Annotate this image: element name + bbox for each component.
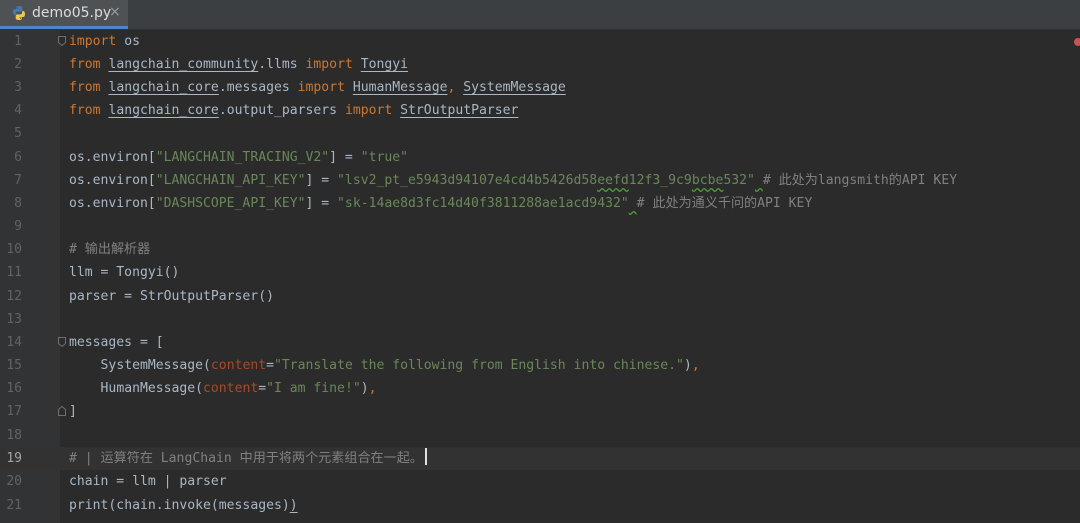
line-number: 19 bbox=[6, 451, 22, 466]
code-text: os.environ["DASHSCOPE_API_KEY"] = "sk-14… bbox=[69, 196, 813, 211]
code-line[interactable]: 1 import os bbox=[0, 30, 1080, 53]
code-line[interactable]: 18 bbox=[0, 424, 1080, 447]
line-number: 16 bbox=[6, 381, 22, 396]
line-number: 13 bbox=[6, 312, 22, 327]
code-line[interactable]: 17 ] bbox=[0, 400, 1080, 423]
editor-tab-bar: demo05.py × bbox=[0, 0, 1080, 30]
line-number: 21 bbox=[6, 498, 22, 513]
line-number: 3 bbox=[14, 80, 22, 95]
code-line[interactable]: 9 bbox=[0, 215, 1080, 238]
code-line[interactable]: 20 chain = llm | parser bbox=[0, 470, 1080, 493]
close-icon[interactable]: × bbox=[109, 4, 121, 20]
line-number: 17 bbox=[6, 404, 22, 419]
code-line[interactable]: 21 print(chain.invoke(messages)) bbox=[0, 494, 1080, 517]
code-line[interactable]: 2 from langchain_community.llms import T… bbox=[0, 53, 1080, 76]
code-text: from langchain_community.llms import Ton… bbox=[69, 57, 409, 72]
code-line[interactable]: 11 llm = Tongyi() bbox=[0, 261, 1080, 284]
code-text: chain = llm | parser bbox=[69, 474, 227, 489]
code-text: print(chain.invoke(messages)) bbox=[69, 498, 298, 513]
line-number: 6 bbox=[14, 150, 22, 165]
line-number: 2 bbox=[14, 57, 22, 72]
code-line[interactable]: 12 parser = StrOutputParser() bbox=[0, 285, 1080, 308]
code-text: ] bbox=[69, 404, 77, 419]
code-text: SystemMessage(content="Translate the fol… bbox=[100, 358, 700, 373]
code-text: from langchain_core.output_parsers impor… bbox=[69, 103, 519, 118]
code-line[interactable]: 15 SystemMessage(content="Translate the … bbox=[0, 354, 1080, 377]
line-number: 20 bbox=[6, 474, 22, 489]
line-number: 14 bbox=[6, 335, 22, 350]
code-text: parser = StrOutputParser() bbox=[69, 289, 274, 304]
python-file-icon bbox=[13, 6, 25, 20]
code-text: from langchain_core.messages import Huma… bbox=[69, 80, 566, 95]
code-text: import os bbox=[69, 34, 140, 49]
line-number: 9 bbox=[14, 219, 22, 234]
code-text: HumanMessage(content="I am fine!"), bbox=[100, 381, 377, 396]
line-number: 15 bbox=[6, 358, 22, 373]
code-line[interactable]: 3 from langchain_core.messages import Hu… bbox=[0, 76, 1080, 99]
code-text: os.environ["LANGCHAIN_API_KEY"] = "lsv2_… bbox=[69, 173, 958, 188]
code-line[interactable]: 8 os.environ["DASHSCOPE_API_KEY"] = "sk-… bbox=[0, 192, 1080, 215]
code-text: # | 运算符在 LangChain 中用于将两个元素组合在一起。 bbox=[69, 447, 427, 470]
line-number: 8 bbox=[14, 196, 22, 211]
code-line[interactable]: 10 # 输出解析器 bbox=[0, 238, 1080, 261]
code-line[interactable]: 16 HumanMessage(content="I am fine!"), bbox=[0, 377, 1080, 400]
line-number: 7 bbox=[14, 173, 22, 188]
code-line[interactable]: 4 from langchain_core.output_parsers imp… bbox=[0, 99, 1080, 122]
fold-marker-icon[interactable] bbox=[58, 337, 66, 347]
code-line[interactable]: 13 bbox=[0, 308, 1080, 331]
text-caret bbox=[424, 448, 427, 465]
code-text: os.environ["LANGCHAIN_TRACING_V2"] = "tr… bbox=[69, 150, 409, 165]
code-text: # 输出解析器 bbox=[69, 242, 151, 257]
line-number: 11 bbox=[6, 265, 22, 280]
code-line[interactable]: 6 os.environ["LANGCHAIN_TRACING_V2"] = "… bbox=[0, 146, 1080, 169]
current-code-line[interactable]: 19 # | 运算符在 LangChain 中用于将两个元素组合在一起。 bbox=[0, 447, 1080, 470]
line-number: 1 bbox=[14, 34, 22, 49]
tab-filename: demo05.py bbox=[32, 5, 112, 21]
code-text: messages = [ bbox=[69, 335, 164, 350]
line-number: 5 bbox=[14, 126, 22, 141]
line-number: 18 bbox=[6, 428, 22, 443]
line-number: 12 bbox=[6, 289, 22, 304]
line-number: 4 bbox=[14, 103, 22, 118]
code-line[interactable]: 14 messages = [ bbox=[0, 331, 1080, 354]
tab-demo05[interactable]: demo05.py × bbox=[0, 0, 128, 29]
code-text: llm = Tongyi() bbox=[69, 265, 180, 280]
fold-marker-icon[interactable] bbox=[58, 36, 66, 46]
code-line[interactable]: 7 os.environ["LANGCHAIN_API_KEY"] = "lsv… bbox=[0, 169, 1080, 192]
code-line[interactable]: 5 bbox=[0, 122, 1080, 145]
fold-marker-icon[interactable] bbox=[58, 406, 66, 416]
line-number: 10 bbox=[6, 242, 22, 257]
